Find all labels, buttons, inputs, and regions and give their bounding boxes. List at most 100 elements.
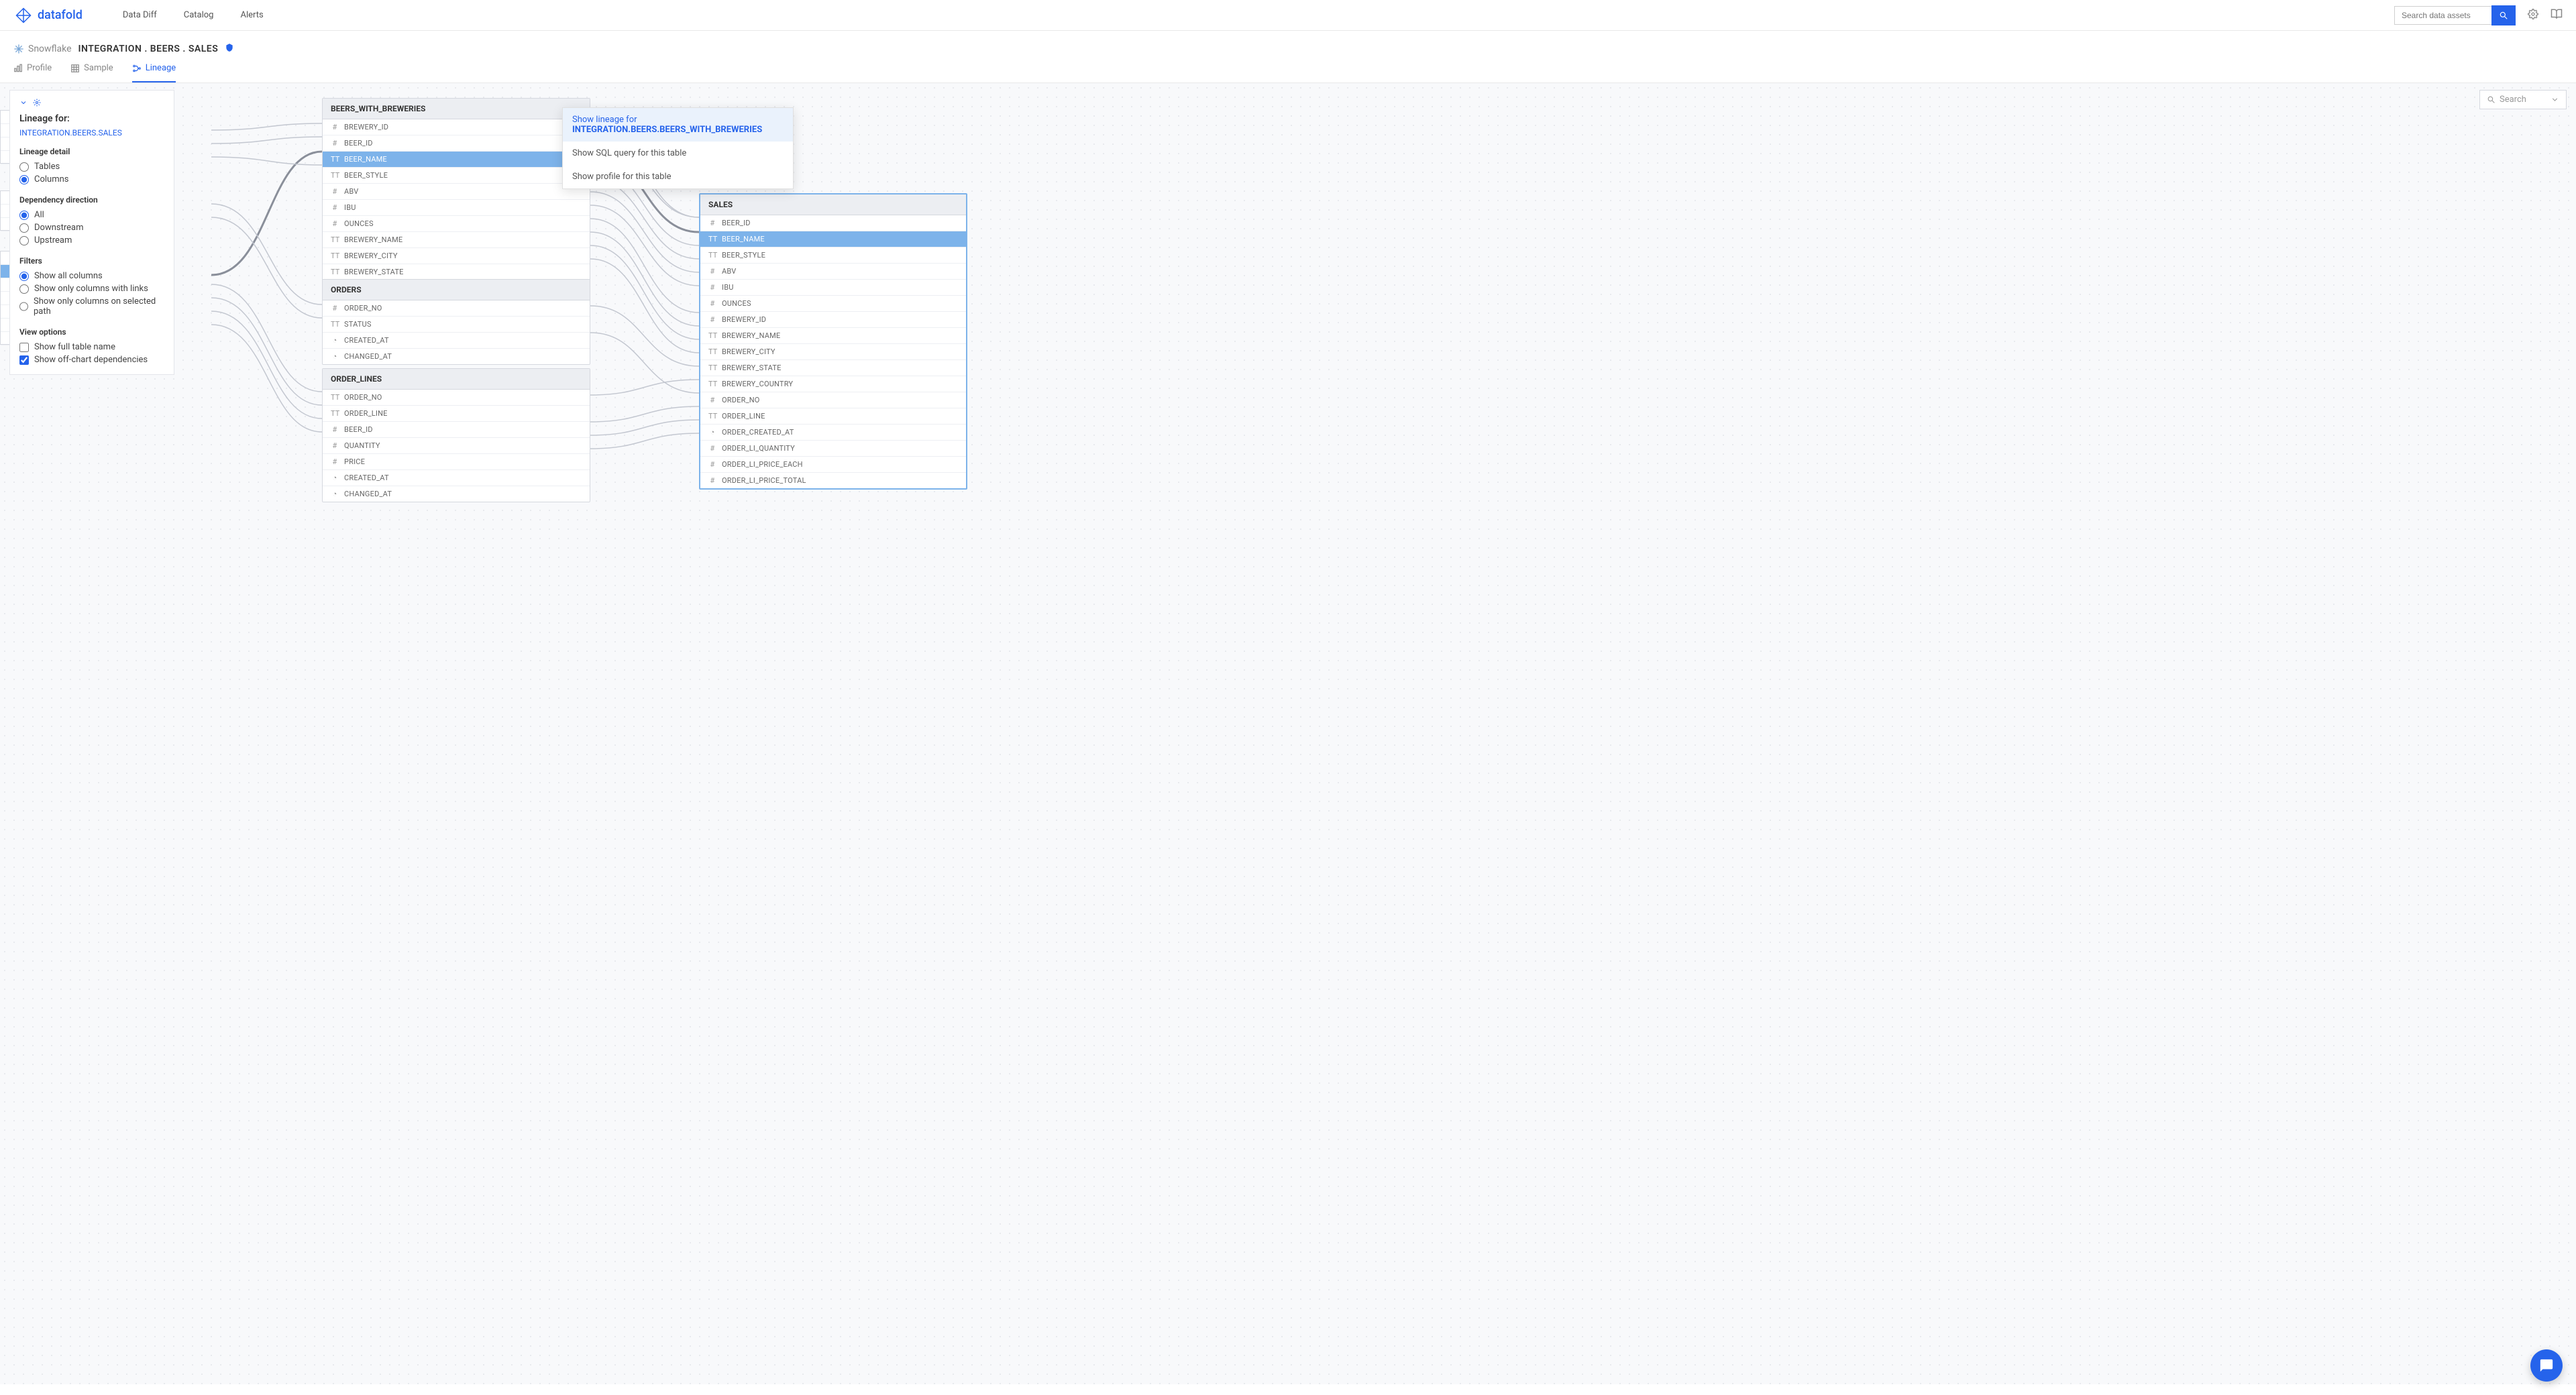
column-beer_style[interactable]: TтBEER_STYLE (700, 247, 966, 264)
column-beer_id[interactable]: #BEER_ID (323, 135, 590, 152)
shield-icon[interactable] (225, 43, 234, 55)
number-type-icon: # (331, 425, 339, 434)
text-type-icon: Tт (331, 235, 339, 244)
radio-input[interactable] (19, 302, 28, 311)
column-quantity[interactable]: #QUANTITY (323, 438, 590, 454)
node-header[interactable]: ORDERS (323, 280, 590, 300)
ctx-show-lineage[interactable]: Show lineage for INTEGRATION.BEERS.BEERS… (563, 108, 793, 142)
sidebar-option[interactable]: All (19, 209, 164, 221)
radio-input[interactable] (19, 211, 29, 220)
column-beer_id[interactable]: #BEER_ID (700, 215, 966, 231)
option-label: Show only columns with links (34, 284, 148, 294)
node-orders[interactable]: ORDERS #ORDER_NOTтSTATUS◔CREATED_AT◔CHAN… (322, 279, 590, 365)
column-ounces[interactable]: #OUNCES (323, 216, 590, 232)
chevron-down-icon[interactable] (19, 99, 28, 107)
docs-icon[interactable] (2551, 8, 2563, 23)
column-order_line[interactable]: TтORDER_LINE (700, 408, 966, 425)
node-order-lines[interactable]: ORDER_LINES TтORDER_NOTтORDER_LINE # BEER_… (322, 368, 590, 502)
tab-lineage[interactable]: Lineage (132, 63, 176, 82)
column-order_li_price_total[interactable]: #ORDER_LI_PRICE_TOTAL (700, 473, 966, 488)
sidebar-option[interactable]: Columns (19, 173, 164, 186)
column-name: CREATED_AT (344, 336, 389, 345)
column-name: ORDER_LINE (722, 412, 765, 421)
radio-input[interactable] (19, 162, 29, 172)
search-input[interactable] (2394, 6, 2491, 25)
column-order_no[interactable]: #ORDER_NO (700, 392, 966, 408)
column-name: ORDER_CREATED_AT (722, 428, 794, 437)
column-order_line[interactable]: TтORDER_LINE (323, 406, 590, 422)
column-brewery_city[interactable]: TтBREWERY_CITY (700, 344, 966, 360)
column-name: BREWERY_STATE (722, 364, 782, 372)
column-order_no[interactable]: TтORDER_NO (323, 390, 590, 406)
column-name: BEER_ID (344, 425, 373, 434)
radio-input[interactable] (19, 272, 29, 281)
sidebar-option[interactable]: Show all columns (19, 270, 164, 282)
column-order_created_at[interactable]: ◔ORDER_CREATED_AT (700, 425, 966, 441)
number-type-icon: # (708, 283, 716, 292)
radio-input[interactable] (19, 236, 29, 245)
gear-icon[interactable] (2528, 9, 2538, 22)
checkbox-input[interactable] (19, 355, 29, 365)
column-abv[interactable]: #ABV (323, 184, 590, 200)
radio-input[interactable] (19, 284, 29, 294)
column-beer_id[interactable]: # BEER_ID (323, 422, 590, 438)
column-brewery_name[interactable]: TтBREWERY_NAME (700, 328, 966, 344)
column-order_no[interactable]: #ORDER_NO (323, 300, 590, 317)
lineage-canvas[interactable]: BEERS_WITH_BREWERIES #BREWERY_ID # BEER_ID… (0, 83, 2576, 1384)
node-beers-with-breweries[interactable]: BEERS_WITH_BREWERIES #BREWERY_ID#BEER_ID… (322, 98, 590, 296)
column-status[interactable]: TтSTATUS (323, 317, 590, 333)
search-button[interactable] (2491, 5, 2516, 25)
column-brewery_city[interactable]: TтBREWERY_CITY (323, 248, 590, 264)
column-created_at[interactable]: ◔CREATED_AT (323, 470, 590, 486)
sidebar-option[interactable]: Show only columns on selected path (19, 295, 164, 318)
column-order_li_price_each[interactable]: #ORDER_LI_PRICE_EACH (700, 457, 966, 473)
radio-input[interactable] (19, 175, 29, 184)
sidebar-option[interactable]: Show off-chart dependencies (19, 353, 164, 366)
nav-catalog[interactable]: Catalog (184, 10, 214, 20)
column-beer_name[interactable]: TтBEER_NAME (323, 152, 590, 168)
tab-sample[interactable]: Sample (70, 63, 113, 82)
chat-button[interactable] (2530, 1349, 2563, 1382)
nav-alerts[interactable]: Alerts (240, 10, 263, 20)
sidebar-option[interactable]: Tables (19, 160, 164, 173)
canvas-search[interactable]: Search (2479, 90, 2567, 109)
datasource-badge[interactable]: Snowflake (13, 44, 72, 54)
column-ibu[interactable]: #IBU (323, 200, 590, 216)
column-ibu[interactable]: #IBU (700, 280, 966, 296)
sidebar-option[interactable]: Upstream (19, 234, 164, 247)
column-beer_style[interactable]: TтBEER_STYLE (323, 168, 590, 184)
option-label: Columns (34, 174, 69, 184)
node-header[interactable]: SALES (700, 194, 966, 215)
radio-input[interactable] (19, 223, 29, 233)
checkbox-input[interactable] (19, 343, 29, 352)
column-beer_name[interactable]: TтBEER_NAME (700, 231, 966, 247)
column-brewery_country[interactable]: TтBREWERY_COUNTRY (700, 376, 966, 392)
column-brewery_id[interactable]: #BREWERY_ID (323, 119, 590, 135)
ctx-show-sql[interactable]: Show SQL query for this table (563, 142, 793, 165)
column-changed_at[interactable]: ◔CHANGED_AT (323, 486, 590, 502)
nav-data-diff[interactable]: Data Diff (123, 10, 157, 20)
column-brewery_id[interactable]: #BREWERY_ID (700, 312, 966, 328)
sidebar-option[interactable]: Downstream (19, 221, 164, 234)
tab-profile[interactable]: Profile (13, 63, 52, 82)
column-abv[interactable]: #ABV (700, 264, 966, 280)
sidebar-subject[interactable]: INTEGRATION.BEERS.SALES (19, 128, 164, 137)
gear-icon[interactable] (33, 99, 41, 107)
sidebar-option[interactable]: Show only columns with links (19, 282, 164, 295)
column-name: OUNCES (344, 219, 374, 228)
node-header[interactable]: ORDER_LINES (323, 369, 590, 390)
column-created_at[interactable]: ◔CREATED_AT (323, 333, 590, 349)
column-changed_at[interactable]: ◔CHANGED_AT (323, 349, 590, 364)
node-header[interactable]: BEERS_WITH_BREWERIES (323, 99, 590, 119)
column-order_li_quantity[interactable]: #ORDER_LI_QUANTITY (700, 441, 966, 457)
sidebar-option[interactable]: Show full table name (19, 341, 164, 353)
column-brewery_state[interactable]: TтBREWERY_STATE (323, 264, 590, 280)
column-brewery_state[interactable]: TтBREWERY_STATE (700, 360, 966, 376)
column-name: ORDER_LI_PRICE_TOTAL (722, 476, 806, 485)
ctx-show-profile[interactable]: Show profile for this table (563, 165, 793, 188)
column-brewery_name[interactable]: TтBREWERY_NAME (323, 232, 590, 248)
column-ounces[interactable]: #OUNCES (700, 296, 966, 312)
column-price[interactable]: #PRICE (323, 454, 590, 470)
logo[interactable]: datafold (13, 5, 83, 25)
node-sales[interactable]: SALES #BEER_IDTтBEER_NAMETтBEER_STYLE#AB… (699, 193, 967, 490)
